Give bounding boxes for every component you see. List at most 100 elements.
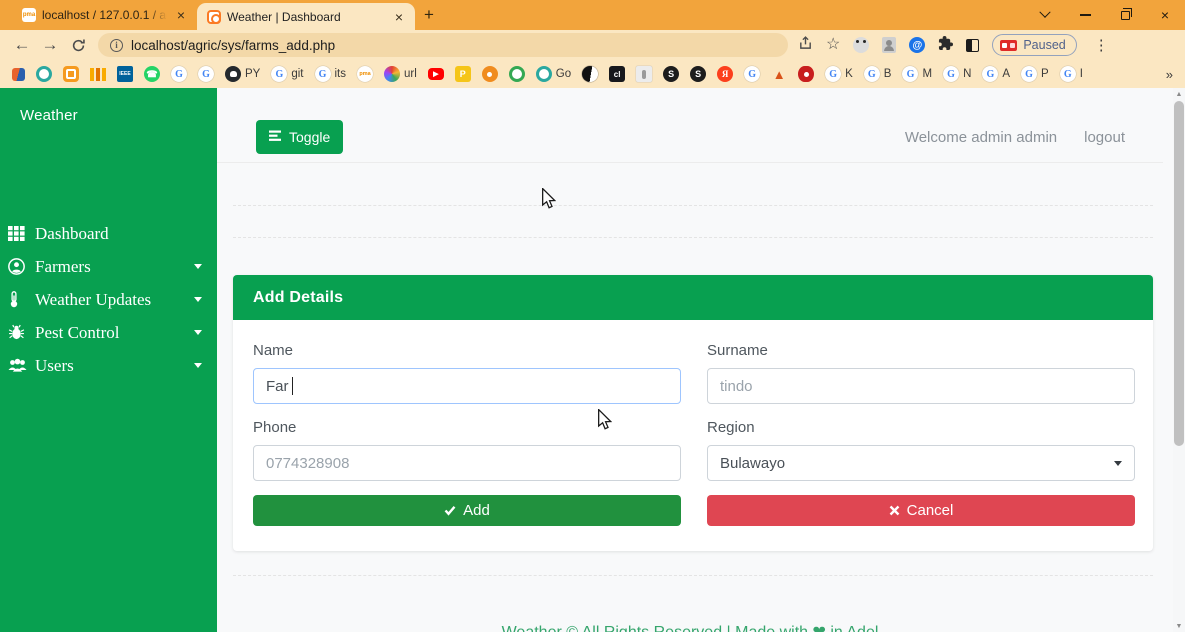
browser-tab-weather-dashboard[interactable]: Weather | Dashboard × (197, 3, 415, 30)
window-restore-icon[interactable] (1105, 0, 1145, 30)
bookmark-item[interactable] (636, 66, 652, 82)
bookmark-item[interactable] (36, 66, 52, 82)
paused-label: Paused (1023, 38, 1065, 52)
caret-down-icon (194, 363, 202, 368)
bookmark-item[interactable]: P (455, 66, 471, 82)
main-area: Toggle Welcome admin admin logout Add De… (217, 88, 1173, 632)
google-icon: G (864, 66, 880, 82)
bookmark-item[interactable] (582, 66, 598, 82)
bookmark-item[interactable]: G (171, 66, 187, 82)
bookmark-item[interactable]: GK (825, 66, 853, 82)
forward-icon[interactable]: → (36, 35, 64, 55)
bookmark-item[interactable]: G (744, 66, 760, 82)
bookmark-item[interactable] (798, 66, 814, 82)
sidebar-item-pest-control[interactable]: Pest Control (0, 316, 217, 349)
scrollbar[interactable]: ▲ ▼ (1173, 88, 1185, 632)
whatsapp-icon: ☎ (144, 66, 160, 82)
add-button[interactable]: Add (253, 495, 681, 526)
region-select[interactable]: Bulawayo (707, 445, 1135, 481)
caret-down-icon (194, 297, 202, 302)
at-extension-icon[interactable]: @ (909, 37, 925, 53)
reload-icon[interactable] (64, 38, 92, 53)
window-minimize-icon[interactable] (1065, 0, 1105, 30)
bookmark-item[interactable]: pma (357, 66, 373, 82)
google-icon: G (943, 66, 959, 82)
bookmark-star-icon[interactable]: ☆ (826, 37, 840, 53)
bookmark-item[interactable]: Ggit (271, 66, 303, 82)
google-icon: G (315, 66, 331, 82)
youtube-icon: ▶ (428, 68, 444, 80)
cancel-button[interactable]: Cancel (707, 495, 1135, 526)
panda-extension-icon[interactable] (853, 37, 869, 53)
bookmark-item[interactable]: PY (225, 66, 260, 82)
share-icon[interactable] (798, 35, 813, 55)
sidebar-item-weather-updates[interactable]: Weather Updates (0, 283, 217, 316)
bookmark-label: B (884, 68, 892, 80)
bookmarks-overflow-icon[interactable]: » (1166, 67, 1173, 82)
divider (233, 237, 1153, 238)
tab-close-icon[interactable]: × (391, 9, 407, 25)
sidebar-item-dashboard[interactable]: Dashboard (0, 217, 217, 250)
chevron-down-icon (1114, 461, 1122, 466)
surname-input[interactable] (707, 368, 1135, 404)
bookmark-item[interactable]: GN (943, 66, 971, 82)
sidebar-item-farmers[interactable]: Farmers (0, 250, 217, 283)
farmer-icon (8, 258, 28, 275)
bookmark-item[interactable]: S (690, 66, 706, 82)
sidebar-item-users[interactable]: Users (0, 349, 217, 382)
puzzle-extensions-icon[interactable] (938, 35, 953, 55)
bookmark-item[interactable] (509, 66, 525, 82)
rainbow-globe-icon (384, 66, 400, 82)
browser-menu-icon[interactable]: ⋮ (1094, 36, 1109, 54)
bookmark-item[interactable] (12, 68, 25, 81)
bookmark-item[interactable]: Gits (315, 66, 347, 82)
reading-mode-icon[interactable] (966, 39, 979, 52)
url-text[interactable]: localhost/agric/sys/farms_add.php (131, 38, 335, 53)
footer-text: Weather © All Rights Reserved | Made wit… (217, 622, 1163, 632)
bookmark-item[interactable]: S (663, 66, 679, 82)
bookmark-item[interactable]: GB (864, 66, 892, 82)
window-controls: × (1025, 0, 1185, 30)
site-info-icon[interactable]: i (110, 39, 123, 52)
phone-input[interactable] (253, 445, 681, 481)
bookmark-item[interactable]: ☎ (144, 66, 160, 82)
bookmark-item[interactable]: ▶ (428, 68, 444, 80)
bookmark-item[interactable]: GM (902, 66, 932, 82)
address-bar[interactable]: i localhost/agric/sys/farms_add.php (98, 33, 788, 57)
bookmark-item[interactable]: GI (1060, 66, 1083, 82)
bookmark-item[interactable]: Go (536, 66, 571, 82)
download-paused-pill[interactable]: Paused (992, 34, 1076, 56)
profile-extension-icon[interactable] (882, 37, 896, 53)
bookmark-item[interactable] (482, 66, 498, 82)
bookmark-item[interactable]: GP (1021, 66, 1049, 82)
back-icon[interactable]: ← (8, 35, 36, 55)
scroll-up-icon[interactable]: ▲ (1173, 88, 1185, 100)
google-icon: G (271, 66, 287, 82)
sidebar-toggle-button[interactable]: Toggle (256, 120, 343, 154)
green-ring-icon (509, 66, 525, 82)
scrollbar-thumb[interactable] (1174, 101, 1184, 446)
bookmark-label: I (1080, 68, 1083, 80)
browser-tab-phpmyadmin[interactable]: pma localhost / 127.0.0.1 / agree / ag × (12, 0, 197, 30)
google-icon: G (1021, 66, 1037, 82)
window-chevron-down-icon[interactable] (1025, 0, 1065, 30)
bookmark-item[interactable] (90, 68, 106, 81)
bookmark-item[interactable]: url (384, 66, 417, 82)
bookmark-item[interactable]: cl (609, 66, 625, 82)
bookmark-item[interactable]: ▲ (771, 66, 787, 82)
teal-ring-icon (36, 66, 52, 82)
bookmark-item[interactable]: IEEE (117, 66, 133, 82)
bookmark-item[interactable]: GA (982, 66, 1010, 82)
new-tab-button[interactable]: + (415, 1, 443, 29)
card-title: Add Details (233, 275, 1153, 320)
window-close-icon[interactable]: × (1145, 0, 1185, 30)
bookmark-label: PY (245, 68, 260, 80)
bookmark-item[interactable] (63, 66, 79, 82)
name-input[interactable] (253, 368, 681, 404)
bookmark-item[interactable]: G (198, 66, 214, 82)
tab-close-icon[interactable]: × (173, 7, 189, 23)
teal-ring-icon (536, 66, 552, 82)
logout-link[interactable]: logout (1084, 129, 1125, 146)
scroll-down-icon[interactable]: ▼ (1173, 620, 1185, 632)
bookmark-item[interactable]: Я (717, 66, 733, 82)
